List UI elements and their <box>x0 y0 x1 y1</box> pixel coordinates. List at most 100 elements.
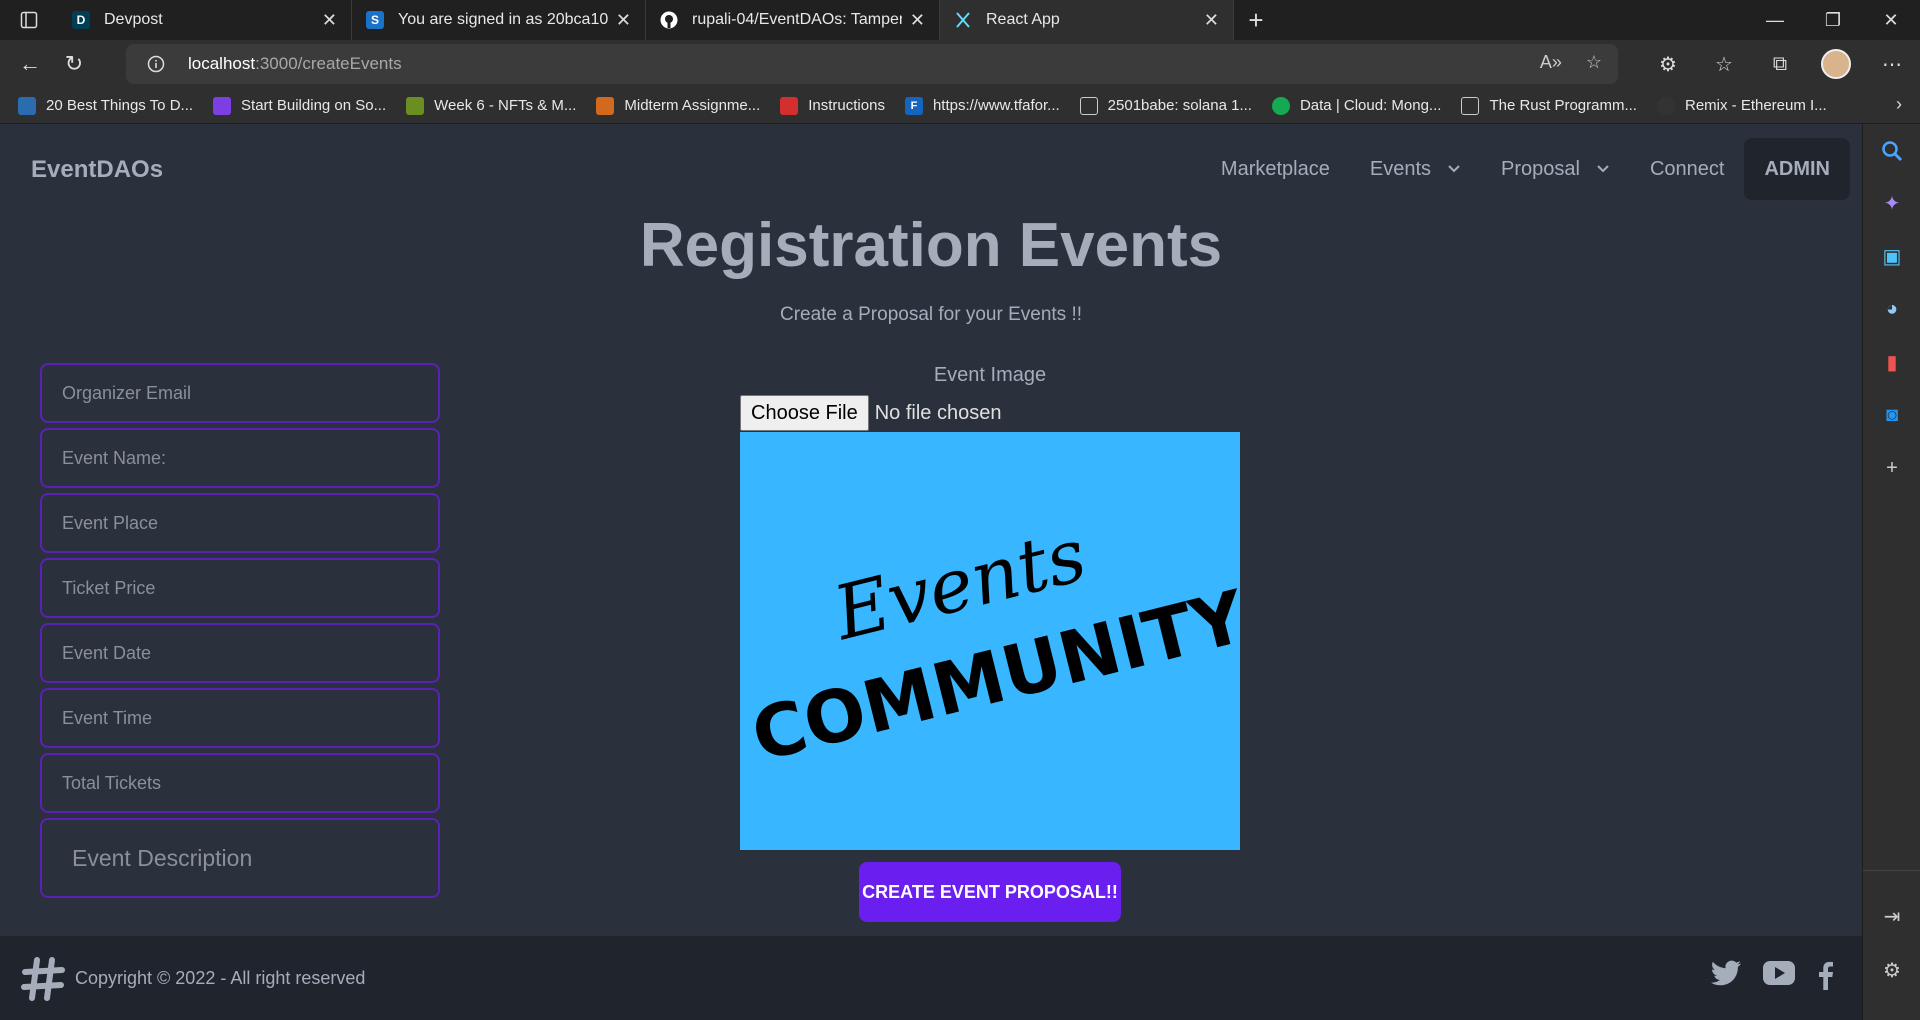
event-preview-art: Events COMMUNITY <box>744 512 1240 778</box>
add-favorite-icon[interactable]: ☆ <box>1586 52 1602 73</box>
nav-label: Proposal <box>1501 157 1580 180</box>
nav-item-marketplace[interactable]: Marketplace <box>1201 138 1350 200</box>
page-subtitle: Create a Proposal for your Events !! <box>779 304 1083 325</box>
url-path: :3000/createEvents <box>255 54 402 73</box>
bookmark-label: Data | Cloud: Mong... <box>1299 97 1442 114</box>
search-icon[interactable] <box>1863 124 1920 177</box>
react-icon <box>954 11 972 29</box>
bookmark-item[interactable]: 20 Best Things To D... <box>18 96 194 115</box>
bookmark-item[interactable]: 2501babe: solana 1... <box>1079 96 1252 115</box>
copilot-sparkle-icon[interactable]: ✦ <box>1863 177 1920 230</box>
close-icon[interactable]: ✕ <box>322 10 337 31</box>
tab-signed-in[interactable]: S You are signed in as 20bca102 ✕ <box>352 0 646 40</box>
bookmark-icon <box>18 96 36 115</box>
chevron-down-icon <box>1447 161 1461 177</box>
hide-sidebar-icon[interactable]: ⇥ <box>1863 890 1920 943</box>
bookmark-item[interactable]: The Rust Programm... <box>1461 96 1637 115</box>
bookmark-icon <box>213 96 232 115</box>
favorites-icon[interactable]: ☆ <box>1696 52 1752 77</box>
bookmark-label: Instructions <box>808 97 885 114</box>
devpost-favicon-icon: D <box>72 11 90 29</box>
bookmark-label: Week 6 - NFTs & M... <box>434 97 577 114</box>
tab-react-app[interactable]: React App ✕ <box>940 0 1234 40</box>
close-window-icon[interactable]: ✕ <box>1862 0 1920 40</box>
nav-item-connect[interactable]: Connect <box>1630 138 1745 200</box>
window-controls: — ❐ ✕ <box>1746 0 1920 40</box>
nav-label: Marketplace <box>1220 157 1330 180</box>
choose-file-button[interactable]: Choose File <box>740 395 869 431</box>
bookmark-item[interactable]: Start Building on So... <box>213 96 386 115</box>
bookmark-label: 20 Best Things To D... <box>46 97 194 114</box>
restore-icon[interactable]: ❐ <box>1804 0 1862 40</box>
new-tab-icon[interactable]: + <box>1234 0 1278 40</box>
create-event-proposal-button[interactable]: CREATE EVENT PROPOSAL!! <box>859 862 1121 922</box>
address-bar: ← ↻ localhost:3000/createEvents A» ☆ ⚙ ☆… <box>0 40 1920 88</box>
games-icon[interactable]: ◕ <box>1863 283 1920 336</box>
file-icon <box>1461 96 1480 115</box>
close-icon[interactable]: ✕ <box>1204 10 1219 31</box>
social-links <box>1710 960 1834 995</box>
tab-title: You are signed in as 20bca102 <box>398 11 608 28</box>
event-description-field[interactable]: Event Description <box>40 818 440 898</box>
bookmark-label: https://www.tfafor... <box>932 97 1060 114</box>
outlook-icon[interactable]: ◙ <box>1863 389 1920 442</box>
youtube-icon[interactable] <box>1762 960 1796 995</box>
github-icon <box>660 11 678 29</box>
tab-actions-icon[interactable] <box>0 0 58 40</box>
office-icon[interactable]: ▮ <box>1863 336 1920 389</box>
tab-devpost[interactable]: D Devpost ✕ <box>58 0 352 40</box>
profile-avatar[interactable] <box>1808 49 1864 79</box>
bookmark-item[interactable]: Data | Cloud: Mong... <box>1271 96 1442 115</box>
admin-button[interactable]: ADMIN <box>1744 138 1850 200</box>
event-date-field[interactable]: Event Date <box>40 623 440 683</box>
bookmark-icon <box>596 96 615 115</box>
nav-item-events[interactable]: Events <box>1350 138 1481 200</box>
url-host: localhost <box>188 54 256 73</box>
facebook-icon[interactable] <box>1816 960 1834 995</box>
s-favicon-icon: S <box>366 11 384 29</box>
collections-icon[interactable]: ⧉ <box>1752 53 1808 76</box>
footer: Copyright © 2022 - All right reserved <box>0 936 1862 1020</box>
brand-logo[interactable]: EventDAOs <box>31 156 163 184</box>
bookmark-item[interactable]: Remix - Ethereum I... <box>1656 96 1827 115</box>
twitter-icon[interactable] <box>1710 960 1742 995</box>
bookmark-label: 2501babe: solana 1... <box>1107 97 1252 114</box>
info-icon[interactable] <box>136 55 176 73</box>
tools-briefcase-icon[interactable]: ▣ <box>1863 230 1920 283</box>
total-tickets-field[interactable]: Total Tickets <box>40 753 440 813</box>
page-title: Registration Events <box>639 211 1223 280</box>
url-field[interactable]: localhost:3000/createEvents A» ☆ <box>126 44 1618 84</box>
edge-sidebar: ✦ ▣ ◕ ▮ ◙ + ⇥ ⚙ <box>1862 124 1920 1020</box>
extensions-icon[interactable]: ⚙ <box>1640 52 1696 77</box>
event-name-field[interactable]: Event Name: <box>40 428 440 488</box>
organizer-email-field[interactable]: Organizer Email <box>40 363 440 423</box>
bookmark-item[interactable]: Week 6 - NFTs & M... <box>406 96 577 115</box>
event-place-field[interactable]: Event Place <box>40 493 440 553</box>
back-icon[interactable]: ← <box>8 44 52 84</box>
navbar: EventDAOs Marketplace Events Proposal Co… <box>0 124 1862 216</box>
bookmark-item[interactable]: Instructions <box>780 96 885 115</box>
more-icon[interactable]: ⋯ <box>1864 52 1920 77</box>
nav-menu: Marketplace Events Proposal Connect ADMI… <box>1201 138 1850 200</box>
bookmark-label: Midterm Assignme... <box>624 97 761 114</box>
bookmark-item[interactable]: Fhttps://www.tfafor... <box>904 96 1060 115</box>
ticket-price-field[interactable]: Ticket Price <box>40 558 440 618</box>
hashtag-logo-icon <box>20 956 66 1007</box>
close-icon[interactable]: ✕ <box>616 10 631 31</box>
tab-github[interactable]: rupali-04/EventDAOs: Tamper Pr ✕ <box>646 0 940 40</box>
nav-item-proposal[interactable]: Proposal <box>1481 138 1630 200</box>
refresh-icon[interactable]: ↻ <box>52 44 96 84</box>
settings-gear-icon[interactable]: ⚙ <box>1863 944 1920 997</box>
add-icon[interactable]: + <box>1863 442 1920 495</box>
minimize-icon[interactable]: — <box>1746 0 1804 40</box>
tab-title: React App <box>986 11 1060 28</box>
avatar <box>1821 49 1851 79</box>
close-icon[interactable]: ✕ <box>910 10 925 31</box>
bookmark-item[interactable]: Midterm Assignme... <box>596 96 761 115</box>
url-text: localhost:3000/createEvents <box>188 54 402 74</box>
event-time-field[interactable]: Event Time <box>40 688 440 748</box>
copyright-text: Copyright © 2022 - All right reserved <box>75 968 366 988</box>
read-aloud-icon[interactable]: A» <box>1540 52 1562 73</box>
chevron-right-icon[interactable]: › <box>1896 94 1902 115</box>
nav-label: ADMIN <box>1764 157 1830 180</box>
